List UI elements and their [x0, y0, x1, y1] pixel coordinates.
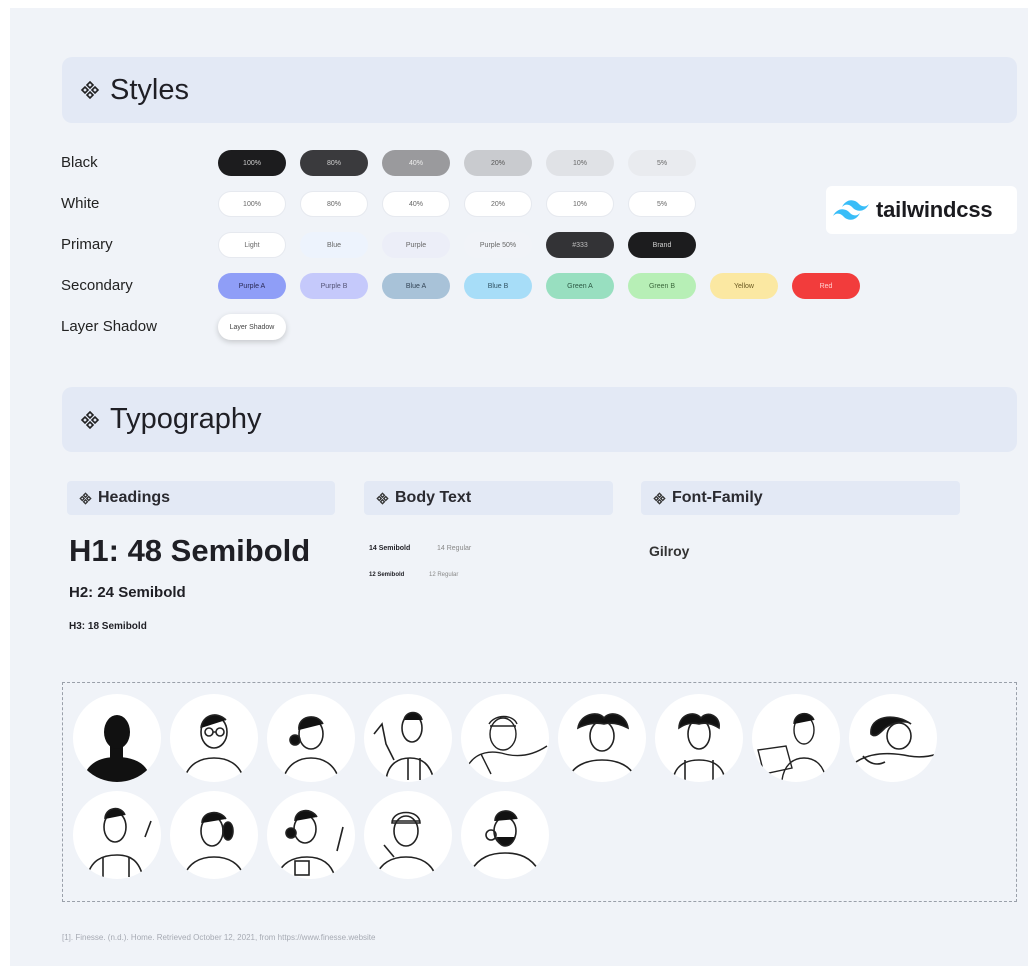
- component-diamond-icon: [80, 410, 100, 430]
- headings-header: Headings: [67, 481, 335, 515]
- row-label-white: White: [61, 195, 100, 212]
- typography-title: Typography: [110, 403, 262, 435]
- swatch-secondary-purple-a: Purple A: [218, 273, 286, 299]
- swatch-white-20-: 20%: [464, 191, 532, 217]
- swatch-primary-brand: Brand: [628, 232, 696, 258]
- avatar-silhouette-icon: [73, 694, 161, 782]
- swatch-white-100-: 100%: [218, 191, 286, 217]
- swatch-black-80-: 80%: [300, 150, 368, 176]
- avatar-waving-man-icon: [364, 694, 452, 782]
- swatch-black-100-: 100%: [218, 150, 286, 176]
- body-12-regular: 12 Regular: [429, 572, 459, 578]
- avatar-curly-woman-icon: [558, 694, 646, 782]
- tailwindcss-wordmark: tailwindcss: [876, 197, 993, 222]
- headings-title: Headings: [98, 489, 171, 506]
- swatch-black-5-: 5%: [628, 150, 696, 176]
- typography-section-header: Typography: [62, 387, 1017, 452]
- swatch-black-20-: 20%: [464, 150, 532, 176]
- avatar-ponytail-woman-icon: [170, 791, 258, 879]
- swatch-secondary-blue-b: Blue B: [464, 273, 532, 299]
- swatch-secondary-green-b: Green B: [628, 273, 696, 299]
- avatar-glasses-icon: [170, 694, 258, 782]
- swatch-secondary-blue-a: Blue A: [382, 273, 450, 299]
- h2-sample: H2: 24 Semibold: [69, 584, 186, 601]
- swatch-secondary-red: Red: [792, 273, 860, 299]
- component-diamond-icon: [80, 80, 100, 100]
- body-text-header: Body Text: [364, 481, 613, 515]
- styles-section-header: Styles: [62, 57, 1017, 123]
- row-label-primary: Primary: [61, 236, 113, 253]
- swatch-secondary-green-a: Green A: [546, 273, 614, 299]
- swatch-black-10-: 10%: [546, 150, 614, 176]
- component-diamond-icon: [79, 491, 92, 505]
- body-12-semibold: 12 Semibold: [369, 572, 405, 578]
- footnote-citation: [1]. Finesse. (n.d.). Home. Retrieved Oc…: [62, 933, 376, 942]
- component-diamond-icon: [376, 491, 389, 505]
- swatch-white-5-: 5%: [628, 191, 696, 217]
- avatar-bearded-man-icon: [461, 791, 549, 879]
- avatar-beanie-man-icon: [364, 791, 452, 879]
- swatch-secondary-yellow: Yellow: [710, 273, 778, 299]
- swatch-primary-purple: Purple: [382, 232, 450, 258]
- avatar-man-with-laptop-icon: [752, 694, 840, 782]
- row-label-layer-shadow: Layer Shadow: [61, 318, 157, 335]
- font-family-header: Font-Family: [641, 481, 960, 515]
- font-family-value: Gilroy: [649, 543, 690, 559]
- swatch-primary-light: Light: [218, 232, 286, 258]
- swatch-black-40-: 40%: [382, 150, 450, 176]
- avatar-woman-coffee-icon: [267, 791, 355, 879]
- row-label-black: Black: [61, 154, 98, 171]
- tailwind-wave-icon: [832, 198, 870, 222]
- swatch-layer-shadow-layer-shadow: Layer Shadow: [218, 314, 286, 340]
- swatch-white-40-: 40%: [382, 191, 450, 217]
- avatar-bun-woman-icon: [267, 694, 355, 782]
- body-14-semibold: 14 Semibold: [369, 545, 411, 552]
- avatar-resting-woman-icon: [849, 694, 937, 782]
- swatch-primary-blue: Blue: [300, 232, 368, 258]
- swatch-white-80-: 80%: [300, 191, 368, 217]
- h3-sample: H3: 18 Semibold: [69, 621, 147, 632]
- swatch-primary--333: #333: [546, 232, 614, 258]
- body-14-regular: 14 Regular: [437, 545, 472, 552]
- swatch-primary-purple-50-: Purple 50%: [464, 232, 532, 258]
- font-family-title: Font-Family: [672, 489, 763, 506]
- avatar-headband-man-icon: [461, 694, 549, 782]
- styles-title: Styles: [110, 73, 189, 106]
- h1-sample: H1: 48 Semibold: [69, 533, 311, 568]
- row-label-secondary: Secondary: [61, 277, 133, 294]
- avatar-curly-woman-2-icon: [655, 694, 743, 782]
- avatar-illustrations-frame: [62, 682, 1017, 902]
- body-text-title: Body Text: [395, 489, 472, 506]
- avatar-man-overalls-icon: [73, 791, 161, 879]
- swatch-secondary-purple-b: Purple B: [300, 273, 368, 299]
- swatch-white-10-: 10%: [546, 191, 614, 217]
- component-diamond-icon: [653, 491, 666, 505]
- tailwindcss-logo: tailwindcss: [826, 186, 1017, 234]
